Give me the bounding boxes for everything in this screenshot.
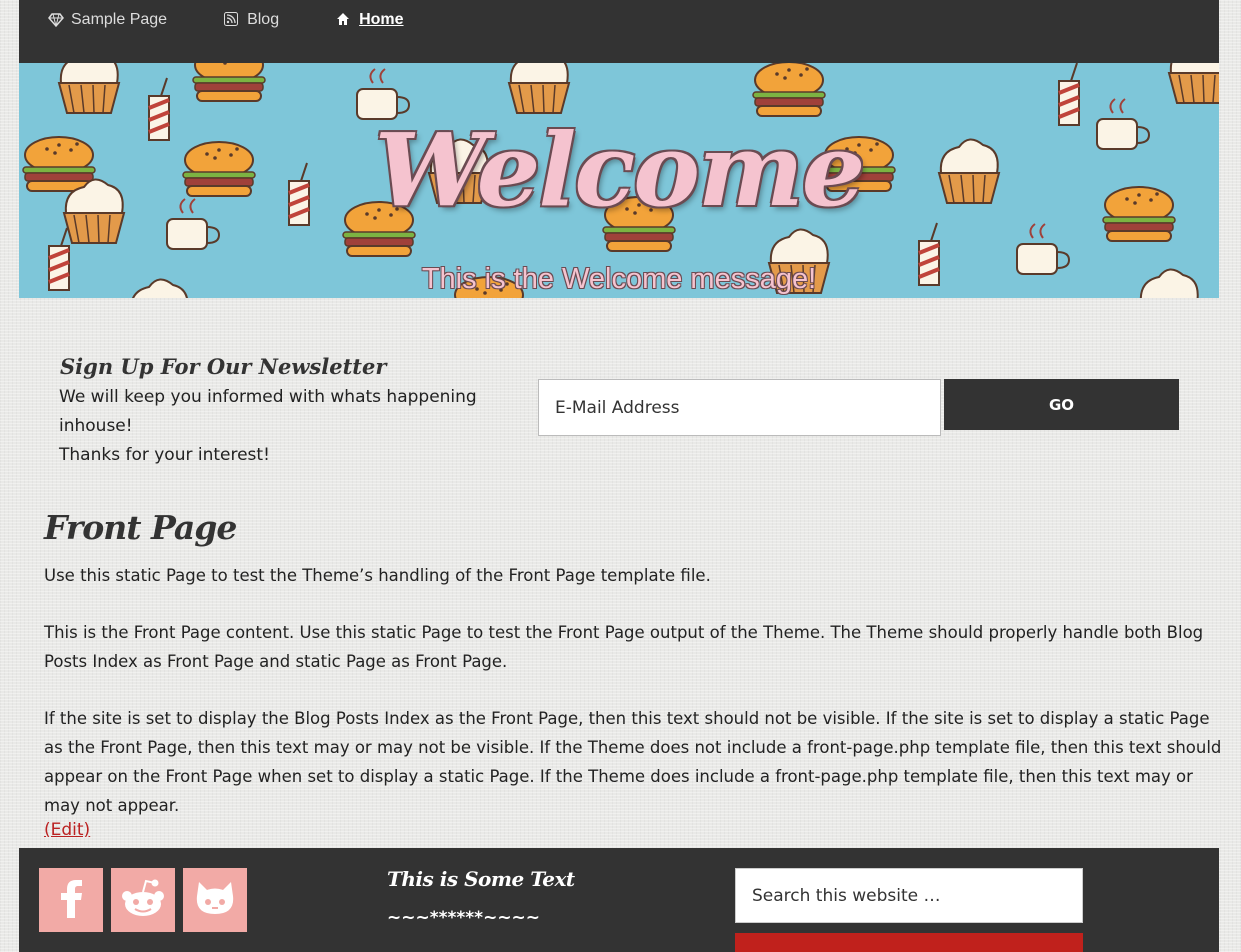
content-paragraph: This is the Front Page content. Use this… bbox=[44, 623, 1204, 671]
email-field[interactable] bbox=[538, 379, 941, 436]
github-icon bbox=[193, 878, 237, 922]
rss-icon bbox=[224, 12, 240, 28]
top-navigation: Sample Page Blog Home bbox=[19, 0, 1219, 63]
newsletter-description: We will keep you informed with whats hap… bbox=[59, 383, 489, 470]
reddit-icon bbox=[119, 878, 167, 922]
newsletter-line: We will keep you informed with whats hap… bbox=[59, 387, 477, 436]
nav-item-blog[interactable]: Blog bbox=[224, 11, 279, 29]
newsletter-title: Sign Up For Our Newsletter bbox=[60, 354, 387, 379]
nav-item-sample-page[interactable]: Sample Page bbox=[48, 11, 167, 29]
hero-subtitle: This is the Welcome message! bbox=[421, 263, 817, 295]
facebook-button[interactable] bbox=[39, 868, 103, 932]
newsletter-line: Thanks for your interest! bbox=[59, 445, 270, 465]
nav-item-label: Blog bbox=[247, 11, 280, 28]
footer: This is Some Text ~~~******~~~~ bbox=[19, 848, 1219, 952]
search-submit-button[interactable] bbox=[735, 933, 1083, 952]
facebook-icon bbox=[56, 878, 86, 922]
edit-link[interactable]: (Edit) bbox=[44, 820, 90, 840]
reddit-button[interactable] bbox=[111, 868, 175, 932]
nav-item-label: Sample Page bbox=[71, 11, 168, 28]
content-paragraph: If the site is set to display the Blog P… bbox=[44, 709, 1222, 815]
footer-widget-text: ~~~******~~~~ bbox=[387, 908, 541, 928]
nav-item-home[interactable]: Home bbox=[336, 11, 404, 29]
diamond-icon bbox=[48, 12, 64, 28]
home-icon bbox=[336, 12, 352, 28]
github-button[interactable] bbox=[183, 868, 247, 932]
hero-banner: Welcome This is the Welcome message! bbox=[19, 63, 1219, 298]
search-input[interactable] bbox=[735, 868, 1083, 923]
page-title: Front Page bbox=[44, 508, 237, 547]
newsletter-go-button[interactable]: GO bbox=[944, 379, 1179, 430]
page-content: Use this static Page to test the Theme’s… bbox=[44, 561, 1224, 848]
nav-item-label: Home bbox=[359, 11, 404, 28]
hero-title: Welcome bbox=[374, 111, 866, 229]
content-paragraph: Use this static Page to test the Theme’s… bbox=[44, 566, 711, 585]
footer-widget-title: This is Some Text bbox=[387, 867, 575, 891]
